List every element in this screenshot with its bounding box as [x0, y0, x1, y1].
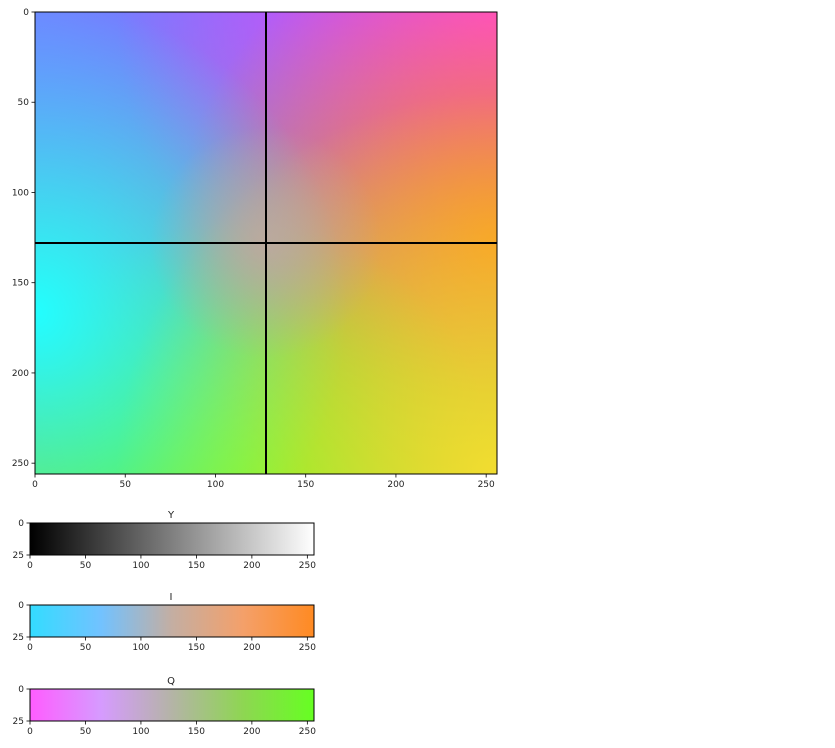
i-panel-title: I — [170, 592, 173, 603]
q-panel-title: Q — [167, 676, 175, 687]
i-x-tick-label: 0 — [27, 643, 33, 653]
y-x-tick-label: 100 — [132, 561, 149, 571]
q-gradient-image — [30, 689, 314, 721]
y-x-tick-label: 250 — [299, 561, 316, 571]
y-y-tick-label: 25 — [13, 551, 24, 561]
q-x-tick-label: 150 — [188, 727, 205, 737]
q-y-tick-label: 25 — [13, 717, 24, 727]
q-y-tick-label: 0 — [18, 685, 24, 695]
q-x-tick-label: 50 — [80, 727, 92, 737]
y-x-tick-label: 150 — [188, 561, 205, 571]
main-y-tick-label: 50 — [18, 98, 30, 108]
main-y-tick-label: 150 — [12, 279, 29, 289]
main-x-tick-label: 50 — [120, 480, 132, 490]
y-panel: Y 0 50 100 150 200 250025 — [13, 510, 317, 571]
i-x-tick-label: 200 — [243, 643, 260, 653]
y-x-tick-label: 0 — [27, 561, 33, 571]
q-x-tick-label: 250 — [299, 727, 316, 737]
main-y-tick-label: 0 — [23, 8, 29, 18]
main-x-tick-label: 0 — [32, 480, 38, 490]
i-x-tick-label: 250 — [299, 643, 316, 653]
main-x-tick-label: 150 — [297, 480, 314, 490]
y-panel-title: Y — [167, 510, 175, 521]
main-y-tick-label: 100 — [12, 188, 29, 198]
y-gradient-image — [30, 523, 314, 555]
i-gradient-image — [30, 605, 314, 637]
i-panel: I 0 50 100 150 200 250025 — [13, 592, 317, 653]
main-heatmap-panel: 0 50 100 150 200 250 0 50 100 150 200 250 — [12, 8, 498, 490]
i-x-tick-label: 50 — [80, 643, 92, 653]
q-panel: Q 0 50 100 150 200 250025 — [13, 676, 317, 737]
i-y-tick-label: 0 — [18, 601, 24, 611]
yiq-figure: 0 50 100 150 200 250050100150200250 Y 0 50 100 1… — [12, 8, 498, 737]
main-x-tick-label: 200 — [387, 480, 404, 490]
y-x-tick-label: 50 — [80, 561, 92, 571]
main-x-tick-label: 100 — [207, 480, 224, 490]
y-y-tick-label: 0 — [18, 519, 24, 529]
y-x-tick-label: 200 — [243, 561, 260, 571]
main-x-tick-label: 250 — [478, 480, 495, 490]
main-y-tick-label: 200 — [12, 369, 29, 379]
q-x-tick-label: 200 — [243, 727, 260, 737]
i-x-tick-label: 100 — [132, 643, 149, 653]
q-x-tick-label: 0 — [27, 727, 33, 737]
main-y-tick-label: 250 — [12, 459, 29, 469]
i-y-tick-label: 25 — [13, 633, 24, 643]
i-x-tick-label: 150 — [188, 643, 205, 653]
q-x-tick-label: 100 — [132, 727, 149, 737]
